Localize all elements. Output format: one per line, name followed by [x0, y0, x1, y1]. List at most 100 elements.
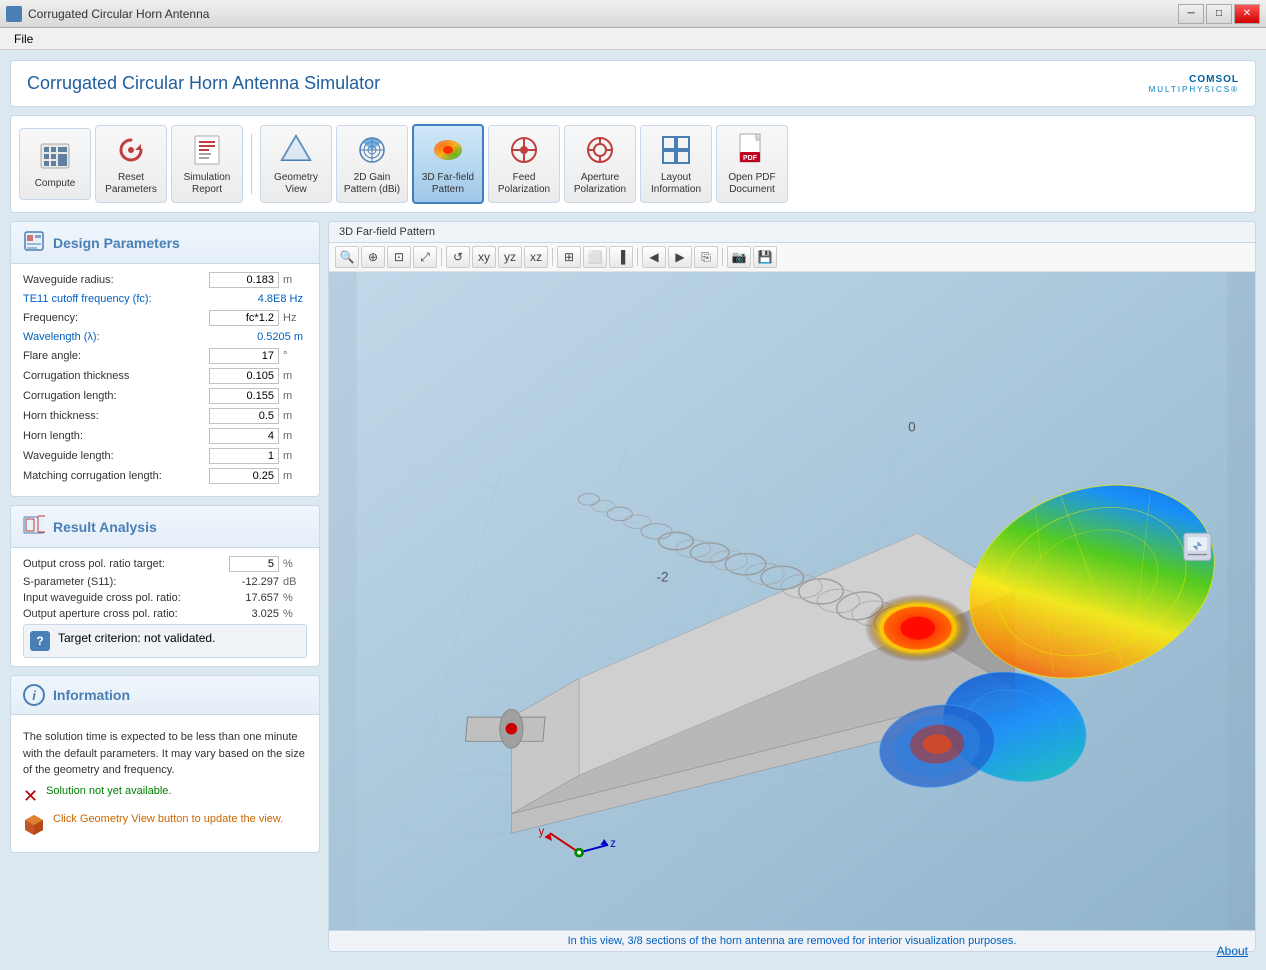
- param-horn-thickness: Horn thickness: m: [23, 408, 307, 424]
- flare-input[interactable]: [209, 348, 279, 364]
- zoom-extents-button[interactable]: ⤢: [413, 246, 437, 268]
- result-s-param: S-parameter (S11): -12.297 dB: [23, 576, 307, 588]
- simulation-report-button[interactable]: SimulationReport: [171, 125, 243, 203]
- status-geometry: Click Geometry View button to update the…: [23, 813, 307, 838]
- svg-text:-2: -2: [657, 570, 669, 585]
- 3d-farfield-button[interactable]: 3D Far-fieldPattern: [412, 124, 484, 204]
- camera-button[interactable]: 📷: [727, 246, 751, 268]
- reset-icon: [113, 132, 149, 168]
- open-pdf-button[interactable]: PDF Open PDFDocument: [716, 125, 788, 203]
- design-parameters-header: Design Parameters: [11, 222, 319, 264]
- information-body: The solution time is expected to be less…: [11, 715, 319, 852]
- result-output-aperture: Output aperture cross pol. ratio: 3.025 …: [23, 608, 307, 620]
- vt-sep-3: [637, 248, 638, 266]
- left-panel: Design Parameters Waveguide radius: m TE…: [10, 221, 320, 952]
- simulation-icon: [189, 132, 225, 168]
- geometry-status-text: Click Geometry View button to update the…: [53, 813, 283, 825]
- geometry-view-button[interactable]: GeometryView: [260, 125, 332, 203]
- viewer-panel: 3D Far-field Pattern 🔍 ⊕ ⊡ ⤢ ↺ xy yz xz …: [328, 221, 1256, 952]
- information-title: Information: [53, 687, 130, 703]
- compute-button[interactable]: Compute: [19, 128, 91, 200]
- viewer-title: 3D Far-field Pattern: [339, 226, 435, 238]
- vt-sep-4: [722, 248, 723, 266]
- aperture-polarization-button[interactable]: AperturePolarization: [564, 125, 636, 203]
- pdf-label: Open PDFDocument: [728, 172, 775, 196]
- warning-cube-icon: [23, 813, 45, 838]
- wavelength-label: Wavelength (λ):: [23, 331, 237, 343]
- 2d-gain-button[interactable]: 2D GainPattern (dBi): [336, 125, 408, 203]
- 2dgain-icon: [354, 132, 390, 168]
- result-input-waveguide: Input waveguide cross pol. ratio: 17.657…: [23, 592, 307, 604]
- close-button[interactable]: ✕: [1234, 4, 1260, 24]
- minimize-button[interactable]: ─: [1178, 4, 1204, 24]
- matching-corrugation-input[interactable]: [209, 468, 279, 484]
- information-text: The solution time is expected to be less…: [23, 729, 307, 779]
- waveguide-length-label: Waveguide length:: [23, 450, 209, 462]
- maximize-button[interactable]: □: [1206, 4, 1232, 24]
- window-title: Corrugated Circular Horn Antenna: [28, 7, 209, 21]
- export-icon[interactable]: [1184, 533, 1211, 560]
- reset-parameters-button[interactable]: ResetParameters: [95, 125, 167, 203]
- solution-status-text: Solution not yet available.: [46, 785, 171, 797]
- xy-view-button[interactable]: xy: [472, 246, 496, 268]
- svg-text:z: z: [610, 837, 616, 850]
- feed-polarization-button[interactable]: FeedPolarization: [488, 125, 560, 203]
- information-header: i Information: [11, 676, 319, 715]
- rotate-button[interactable]: ↺: [446, 246, 470, 268]
- table-button[interactable]: ⊞: [557, 246, 581, 268]
- zoom-fit-button[interactable]: 🔍: [335, 246, 359, 268]
- scene-button[interactable]: ⬜: [583, 246, 607, 268]
- corrugation-length-input[interactable]: [209, 388, 279, 404]
- app-header: Corrugated Circular Horn Antenna Simulat…: [10, 60, 1256, 107]
- target-criterion-box: ? Target criterion: not validated.: [23, 624, 307, 658]
- layout-information-button[interactable]: LayoutInformation: [640, 125, 712, 203]
- wavelength-value: 0.5205 m: [237, 330, 307, 344]
- reset-label: ResetParameters: [105, 172, 157, 196]
- simulation-label: SimulationReport: [184, 172, 231, 196]
- next-button[interactable]: ▶: [668, 246, 692, 268]
- frequency-input[interactable]: [209, 310, 279, 326]
- viewer-footer-text: In this view, 3/8 sections of the horn a…: [568, 935, 1017, 947]
- horn-length-unit: m: [283, 430, 307, 442]
- 3dfarfield-label: 3D Far-fieldPattern: [422, 172, 474, 196]
- app-title: Corrugated Circular Horn Antenna Simulat…: [27, 73, 380, 94]
- horn-thickness-unit: m: [283, 410, 307, 422]
- zoom-box-button[interactable]: ⊡: [387, 246, 411, 268]
- horn-thickness-input[interactable]: [209, 408, 279, 424]
- zoom-in-button[interactable]: ⊕: [361, 246, 385, 268]
- waveguide-length-input[interactable]: [209, 448, 279, 464]
- main-window: Corrugated Circular Horn Antenna Simulat…: [0, 50, 1266, 970]
- save-button[interactable]: 💾: [753, 246, 777, 268]
- horn-length-input[interactable]: [209, 428, 279, 444]
- param-waveguide-radius: Waveguide radius: m: [23, 272, 307, 288]
- horn-thickness-label: Horn thickness:: [23, 410, 209, 422]
- waveguide-radius-unit: m: [283, 274, 307, 286]
- comsol-subtitle: MULTIPHYSICS®: [1149, 85, 1239, 94]
- cross-pol-target-input[interactable]: [229, 556, 279, 572]
- copy-button[interactable]: ⎘: [694, 246, 718, 268]
- palette-button[interactable]: ▐: [609, 246, 633, 268]
- flare-label: Flare angle:: [23, 350, 209, 362]
- file-menu[interactable]: File: [6, 30, 41, 48]
- yz-view-button[interactable]: yz: [498, 246, 522, 268]
- aperture-icon: [582, 132, 618, 168]
- param-te11: TE11 cutoff frequency (fc): 4.8E8 Hz: [23, 292, 307, 306]
- prev-button[interactable]: ◀: [642, 246, 666, 268]
- design-parameters-card: Design Parameters Waveguide radius: m TE…: [10, 221, 320, 497]
- s-param-value: -12.297: [219, 576, 279, 588]
- waveguide-radius-input[interactable]: [209, 272, 279, 288]
- aperture-label: AperturePolarization: [574, 172, 626, 196]
- pdf-icon: PDF: [734, 132, 770, 168]
- vt-sep-1: [441, 248, 442, 266]
- output-aperture-unit: %: [283, 608, 307, 620]
- error-x-icon: ✕: [23, 786, 38, 807]
- waveguide-length-unit: m: [283, 450, 307, 462]
- feed-label: FeedPolarization: [498, 172, 550, 196]
- xz-view-button[interactable]: xz: [524, 246, 548, 268]
- content-area: Design Parameters Waveguide radius: m TE…: [10, 221, 1256, 952]
- corrugation-thickness-input[interactable]: [209, 368, 279, 384]
- s-param-unit: dB: [283, 576, 307, 588]
- te11-label: TE11 cutoff frequency (fc):: [23, 293, 237, 305]
- about-link[interactable]: About: [1217, 944, 1248, 958]
- design-parameters-title: Design Parameters: [53, 235, 180, 251]
